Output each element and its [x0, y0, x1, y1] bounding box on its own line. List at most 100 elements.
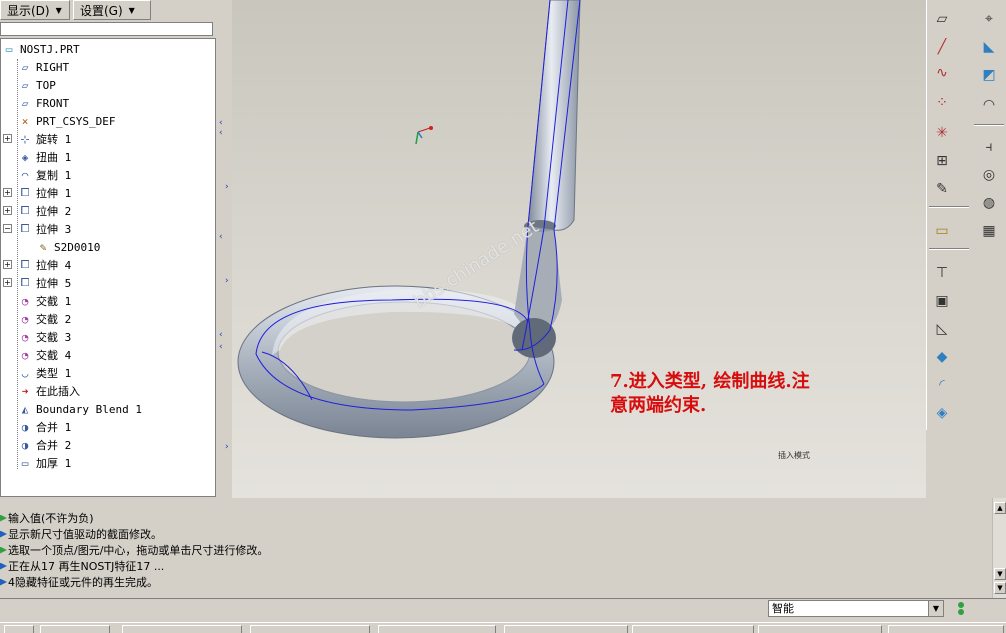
message-bullet-icon	[0, 562, 7, 570]
message-scrollbar[interactable]: ▲ ▼ ▼	[992, 498, 1006, 598]
tree-item[interactable]: ◡ 类型 1	[17, 364, 72, 382]
taskbar-button[interactable]	[888, 625, 1004, 633]
tree-search-field[interactable]	[0, 22, 213, 36]
scroll-down-icon[interactable]: ▼	[994, 568, 1006, 580]
tree-item[interactable]: ✎ S2D0010	[35, 238, 101, 256]
chevron-down-icon: ▼	[128, 5, 135, 15]
tree-item[interactable]: ◔ 交截 3	[17, 328, 72, 346]
expand-toggle-icon[interactable]: +	[3, 206, 12, 215]
tree-item-label: 拉伸 4	[36, 259, 72, 272]
tree-item-label: 交截 3	[36, 331, 72, 344]
expand-toggle-icon[interactable]: +	[3, 260, 12, 269]
tree-root[interactable]: ▭ NOSTJ.PRT	[1, 40, 80, 58]
datum-csys-icon[interactable]: ✳	[931, 122, 953, 144]
tree-item[interactable]: ◔ 交截 4	[17, 346, 72, 364]
scroll-end-icon[interactable]: ▼	[994, 582, 1006, 594]
blend-joint	[512, 318, 556, 358]
tree-item[interactable]: ▱ RIGHT	[17, 58, 69, 76]
tree-item[interactable]: ◔ 交截 2	[17, 310, 72, 328]
chevron-down-icon: ▼	[55, 5, 62, 15]
tree-item[interactable]: ◠ 复制 1	[17, 166, 72, 184]
tree-item[interactable]: ◑ 合并 2	[17, 436, 72, 454]
taskbar-button[interactable]	[40, 625, 110, 633]
tree-item[interactable]: ▱ FRONT	[17, 94, 69, 112]
datum-plane-icon[interactable]: ▱	[931, 8, 953, 30]
tree-item-label: 拉伸 3	[36, 223, 72, 236]
analysis-icon[interactable]: ⊞	[931, 150, 953, 172]
display-menu-button[interactable]: 显示(D) ▼	[0, 0, 70, 20]
tree-item[interactable]: ◈ 扭曲 1	[17, 148, 72, 166]
tree-item-label: 加厚 1	[36, 457, 72, 470]
tree-item[interactable]: ◑ 合并 1	[17, 418, 72, 436]
extrude-icon: ⧠	[20, 276, 30, 289]
scroll-up-icon[interactable]: ▲	[994, 502, 1006, 514]
tree-item-label: 合并 1	[36, 421, 72, 434]
taskbar-button[interactable]	[4, 625, 34, 633]
tree-item[interactable]: ⧠ 拉伸 1	[17, 184, 72, 202]
expand-toggle-icon[interactable]: +	[3, 278, 12, 287]
collapse-arrow-icon: ‹	[219, 128, 223, 138]
tree-item[interactable]: ⧠ 拉伸 4	[17, 256, 72, 274]
feature-toolbar: ⌖ ◣ ◩ ◠ ⫞ ◎ ◍ ▦	[972, 0, 1006, 250]
tree-item[interactable]: ▭ 加厚 1	[17, 454, 72, 472]
display-menu-label: 显示(D)	[7, 3, 50, 18]
mode-label: 插入模式	[778, 451, 810, 460]
settings-menu-label: 设置(G)	[80, 3, 123, 18]
taskbar-button[interactable]	[250, 625, 370, 633]
datum-curve-icon[interactable]: ∿	[931, 62, 953, 84]
intersect-icon: ◔	[21, 330, 29, 344]
panel-splitter[interactable]: ‹ ‹ › ‹ › ‹ ‹ ›	[216, 0, 232, 498]
pattern-icon[interactable]: ▦	[978, 220, 1000, 242]
tree-item[interactable]: ⨯ PRT_CSYS_DEF	[17, 112, 116, 130]
tree-item[interactable]: ⧠ 拉伸 5	[17, 274, 72, 292]
tree-item[interactable]: ➜ 在此插入	[17, 382, 80, 400]
taskbar-button[interactable]	[632, 625, 754, 633]
message-text: 输入值(不许为负)	[8, 512, 94, 525]
draft-icon[interactable]: ◆	[931, 346, 953, 368]
round-icon[interactable]: ◜	[931, 374, 953, 396]
selection-filter-select[interactable]: 智能 ▼	[768, 600, 944, 617]
blend-tool-icon[interactable]: ◠	[978, 94, 1000, 116]
intersect-icon: ◔	[21, 312, 29, 326]
model-render	[237, 0, 581, 439]
extrude-tool-icon[interactable]: ⌖	[978, 8, 1000, 30]
tree-item[interactable]: ◭ Boundary Blend 1	[17, 400, 142, 418]
tree-item[interactable]: ▱ TOP	[17, 76, 56, 94]
rib-icon[interactable]: ◺	[931, 318, 953, 340]
annotation-line-1: 7.进入类型, 绘制曲线.注	[610, 371, 810, 392]
mirror-icon[interactable]: ⫞	[978, 136, 1000, 158]
boundary-blend-icon: ◭	[21, 402, 29, 416]
tree-item[interactable]: ⧠ 拉伸 2	[17, 202, 72, 220]
hole-icon[interactable]: ⊤	[931, 262, 953, 284]
datum-plane-icon: ▱	[21, 78, 29, 92]
tree-item-label: PRT_CSYS_DEF	[36, 114, 116, 128]
revolve-tool-icon[interactable]: ◣	[978, 36, 1000, 58]
taskbar-button[interactable]	[378, 625, 496, 633]
part-icon: ▭	[5, 42, 13, 56]
collapse-arrow-icon: ‹	[219, 330, 223, 340]
datum-axis-icon[interactable]: ╱	[931, 36, 953, 58]
tree-item[interactable]: ⧠ 拉伸 3	[17, 220, 72, 238]
merge-tool-icon[interactable]: ◎	[978, 164, 1000, 186]
chamfer-icon[interactable]: ◈	[931, 402, 953, 424]
graphics-viewport[interactable]: bbs.chinade.net 7.进入类型, 绘制曲线.注 意两端约束. 插入…	[232, 0, 926, 498]
taskbar-button[interactable]	[122, 625, 242, 633]
settings-menu-button[interactable]: 设置(G) ▼	[73, 0, 151, 20]
insert-note-icon[interactable]: ▭	[931, 220, 953, 242]
tree-item[interactable]: ⊹ 旋转 1	[17, 130, 71, 148]
collapse-toggle-icon[interactable]: −	[3, 224, 12, 233]
shell-icon[interactable]: ▣	[931, 290, 953, 312]
taskbar-button[interactable]	[758, 625, 882, 633]
taskbar-button[interactable]	[504, 625, 628, 633]
sweep-tool-icon[interactable]: ◩	[978, 64, 1000, 86]
expand-toggle-icon[interactable]: +	[3, 134, 12, 143]
merge-icon: ◑	[21, 420, 29, 434]
expand-toggle-icon[interactable]: +	[3, 188, 12, 197]
sketch-tool-icon[interactable]: ✎	[931, 178, 953, 200]
datum-toolbar: ▱ ╱ ∿ ⁘ ✳ ⊞ ✎ ▭ ⊤ ▣ ◺ ◆ ◜ ◈	[926, 0, 972, 430]
tree-item-label: RIGHT	[36, 60, 70, 74]
datum-point-icon[interactable]: ⁘	[931, 92, 953, 114]
model-tree-panel: 显示(D) ▼ 设置(G) ▼ ▭ NOSTJ.PRT ▱ RIGHT ▱ TOP ▱ FRO…	[0, 0, 232, 498]
tree-item[interactable]: ◔ 交截 1	[17, 292, 72, 310]
trim-icon[interactable]: ◍	[978, 192, 1000, 214]
